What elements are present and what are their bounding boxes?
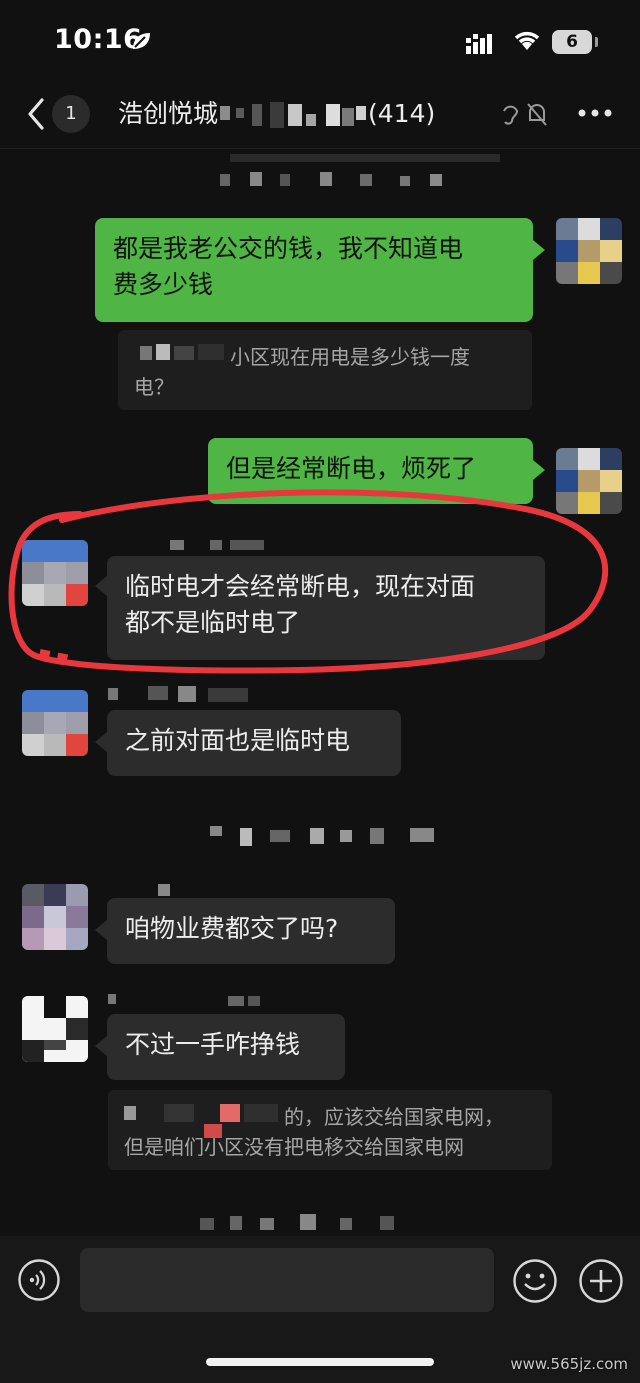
avatar[interactable] xyxy=(22,690,88,756)
bubble-tail xyxy=(95,920,107,940)
title-mosaic xyxy=(218,100,368,130)
voice-icon[interactable] xyxy=(17,1258,61,1302)
avatar[interactable] xyxy=(22,996,88,1062)
message-text: 不过一手咋挣钱 xyxy=(125,1030,301,1059)
chat-title[interactable]: 浩创悦城 (414) xyxy=(118,96,435,132)
battery-tip xyxy=(595,37,598,47)
mute-bell-icon xyxy=(527,103,547,126)
ear-icon xyxy=(503,105,519,125)
message-bubble-incoming[interactable]: 咱物业费都交了吗? xyxy=(107,898,395,964)
system-notice-mosaic xyxy=(210,826,434,846)
avatar-mosaic xyxy=(556,218,622,284)
emoji-icon[interactable] xyxy=(512,1258,558,1304)
sender-name-mosaic xyxy=(108,686,248,702)
battery-level: 6 xyxy=(566,32,578,52)
watermark: www.565jz.com xyxy=(510,1355,628,1373)
message-bubble-outgoing[interactable]: 都是我老公交的钱，我不知道电 费多少钱 xyxy=(95,218,533,322)
message-input[interactable] xyxy=(80,1248,494,1312)
signal-icon xyxy=(466,34,492,54)
avatar-mosaic xyxy=(22,996,88,1062)
member-count: (414) xyxy=(368,99,436,128)
avatar[interactable] xyxy=(556,218,622,284)
sender-name-mosaic xyxy=(108,994,260,1006)
more-icon[interactable] xyxy=(578,108,612,118)
wifi-icon xyxy=(514,31,540,50)
home-indicator[interactable] xyxy=(206,1358,434,1366)
system-notice-mosaic xyxy=(220,154,500,186)
message-text: 费多少钱 xyxy=(113,270,214,299)
message-text: 之前对面也是临时电 xyxy=(125,726,351,755)
avatar-mosaic xyxy=(22,690,88,756)
system-notice-mosaic xyxy=(200,1214,394,1230)
battery-icon: 6 xyxy=(552,30,592,54)
highlight-circle xyxy=(8,489,609,674)
message-text: 都是我老公交的钱，我不知道电 xyxy=(113,234,464,263)
sender-name-mosaic xyxy=(158,884,170,896)
message-text: 咱物业费都交了吗? xyxy=(125,914,339,943)
message-bubble-incoming[interactable]: 之前对面也是临时电 xyxy=(107,710,401,776)
chat-title-text: 浩创悦城 xyxy=(118,99,219,128)
bubble-tail xyxy=(533,460,545,480)
quote-text: 电？ xyxy=(134,375,174,399)
avatar-mosaic xyxy=(22,884,88,950)
plus-icon[interactable] xyxy=(578,1258,624,1304)
bubble-tail xyxy=(95,1036,107,1056)
bubble-tail xyxy=(95,732,107,752)
leaf-icon xyxy=(133,33,150,49)
quote-sender-mosaic xyxy=(124,1104,278,1138)
unread-badge[interactable]: 1 xyxy=(52,95,90,133)
back-arrow-icon[interactable] xyxy=(24,96,48,132)
bubble-tail xyxy=(533,240,545,260)
quote-sender-mosaic xyxy=(140,344,224,360)
message-bubble-incoming[interactable]: 不过一手咋挣钱 xyxy=(107,1014,345,1080)
nav-divider xyxy=(0,148,640,149)
avatar[interactable] xyxy=(22,884,88,950)
